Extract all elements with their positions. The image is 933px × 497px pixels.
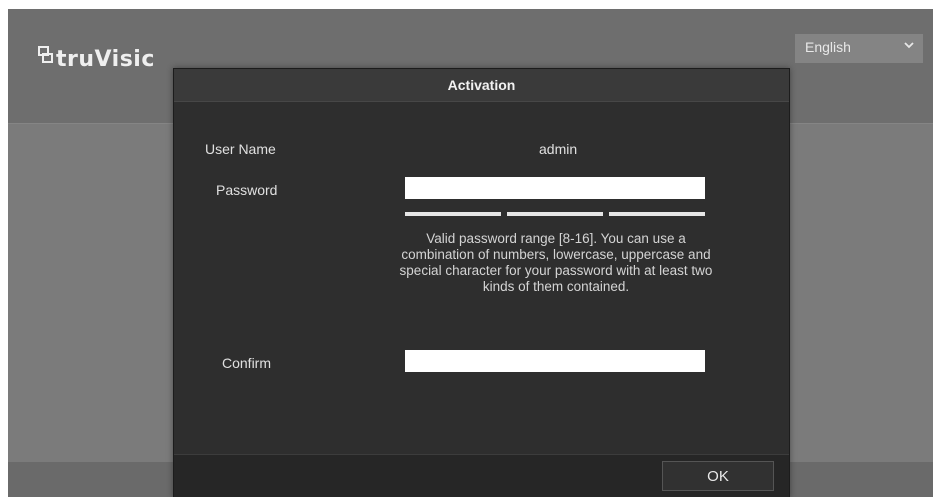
password-strength-segment bbox=[405, 212, 501, 216]
dialog-footer: OK bbox=[174, 454, 789, 497]
page-backdrop: truVisic English Activation User Name ad… bbox=[8, 9, 933, 497]
chevron-down-icon bbox=[903, 38, 915, 54]
confirm-label: Confirm bbox=[222, 355, 272, 371]
brand-logo: truVisic bbox=[38, 45, 155, 72]
activation-dialog: Activation User Name admin Password Vali… bbox=[173, 68, 790, 497]
password-strength-segment bbox=[507, 212, 603, 216]
language-select[interactable]: English bbox=[795, 34, 923, 63]
language-selected-label: English bbox=[805, 39, 851, 55]
password-label: Password bbox=[216, 182, 278, 198]
password-strength-segment bbox=[609, 212, 705, 216]
confirm-password-field[interactable] bbox=[405, 350, 705, 372]
ok-button[interactable]: OK bbox=[662, 461, 774, 491]
password-field[interactable] bbox=[405, 177, 705, 199]
user-name-label: User Name bbox=[205, 141, 276, 157]
dialog-title: Activation bbox=[174, 69, 789, 102]
logo-mark-icon bbox=[38, 45, 53, 63]
user-name-value: admin bbox=[539, 141, 578, 157]
password-hint: Valid password range [8-16]. You can use… bbox=[399, 231, 713, 294]
logo-text: truVisic bbox=[56, 47, 155, 72]
